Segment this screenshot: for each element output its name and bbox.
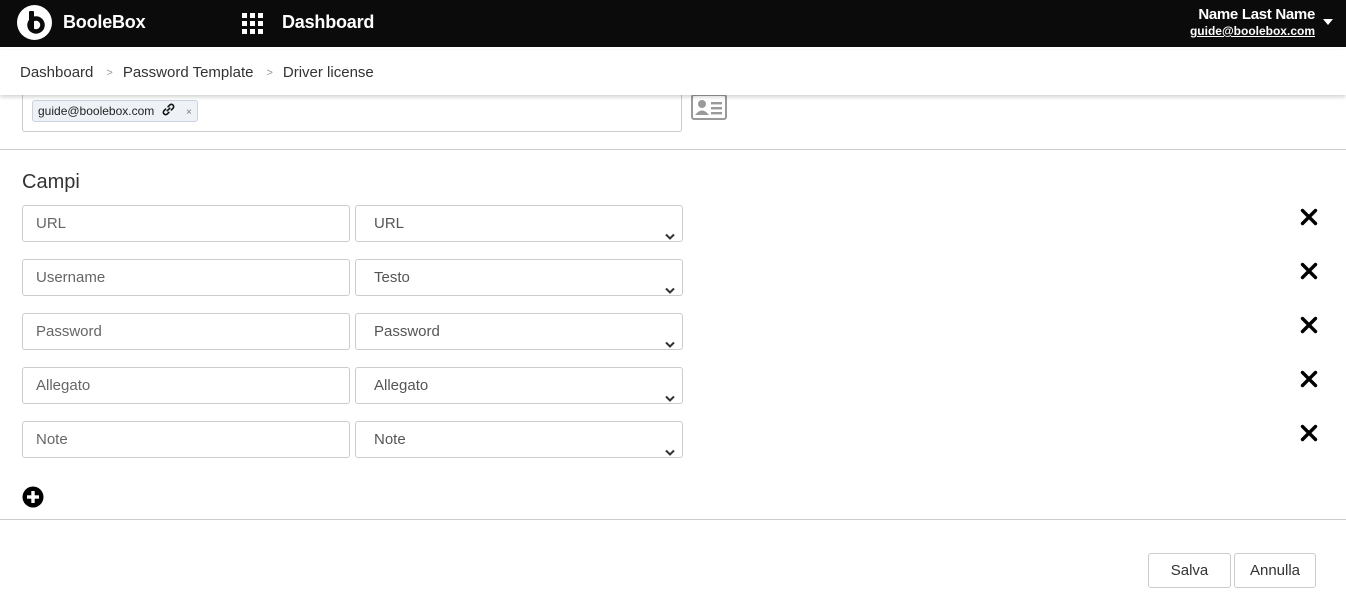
chevron-down-icon: [665, 219, 675, 254]
user-email-link[interactable]: guide@boolebox.com: [1190, 24, 1315, 38]
field-type-select[interactable]: Allegato: [355, 367, 683, 404]
save-button[interactable]: Salva: [1148, 553, 1231, 588]
close-icon[interactable]: [1300, 208, 1318, 226]
chevron-down-icon: [665, 435, 675, 470]
field-type-select[interactable]: URL: [355, 205, 683, 242]
field-row: URL: [22, 205, 1322, 242]
close-icon[interactable]: [1300, 262, 1318, 280]
field-type-value: Note: [374, 431, 406, 448]
recipient-chip-label: guide@boolebox.com: [38, 104, 155, 118]
apps-grid-icon[interactable]: [242, 13, 264, 35]
user-menu[interactable]: Name Last Name guide@boolebox.com: [1190, 6, 1315, 38]
close-icon[interactable]: [1300, 370, 1318, 388]
breadcrumb-separator: >: [266, 67, 273, 79]
field-row: Testo: [22, 259, 1322, 296]
close-icon[interactable]: [1300, 424, 1318, 442]
plus-circle-icon[interactable]: [22, 486, 44, 508]
boolebox-logo-icon[interactable]: [17, 5, 52, 40]
field-row: Allegato: [22, 367, 1322, 404]
footer-divider: [0, 519, 1346, 520]
app-name[interactable]: BooleBox: [63, 12, 146, 33]
breadcrumb-separator: >: [106, 67, 113, 79]
link-icon: [162, 102, 175, 122]
user-name[interactable]: Name Last Name: [1190, 6, 1315, 24]
breadcrumb-item-password-template[interactable]: Password Template: [123, 64, 254, 81]
page-title: Dashboard: [282, 12, 375, 32]
field-name-input[interactable]: [22, 367, 350, 404]
field-name-input[interactable]: [22, 205, 350, 242]
section-divider: [0, 149, 1346, 150]
remove-recipient-button[interactable]: ×: [186, 103, 192, 123]
caret-down-icon[interactable]: [1323, 19, 1333, 25]
breadcrumb-item-current: Driver license: [282, 64, 374, 81]
field-name-input[interactable]: [22, 259, 350, 296]
breadcrumb-bar: Dashboard > Password Template > Driver licen…: [0, 50, 1346, 95]
field-type-value: URL: [374, 215, 405, 232]
close-icon[interactable]: [1300, 316, 1318, 334]
field-row: Note: [22, 421, 1322, 458]
field-name-input[interactable]: [22, 421, 350, 458]
field-type-select[interactable]: Note: [355, 421, 683, 458]
field-type-value: Testo: [374, 269, 410, 286]
recipient-chip: guide@boolebox.com ×: [32, 100, 198, 122]
fields-section-title: Campi: [22, 171, 80, 193]
breadcrumb-item-dashboard[interactable]: Dashboard: [20, 64, 93, 81]
chevron-down-icon: [665, 327, 675, 362]
contact-card-icon[interactable]: [691, 94, 727, 120]
breadcrumb: Dashboard > Password Template > Driver licen…: [20, 64, 374, 81]
field-name-input[interactable]: [22, 313, 350, 350]
chevron-down-icon: [665, 273, 675, 308]
top-navbar: BooleBox Dashboard Name Last Name guide@…: [0, 0, 1346, 47]
cancel-button[interactable]: Annulla: [1234, 553, 1316, 588]
field-type-value: Allegato: [374, 377, 429, 394]
field-row: Password: [22, 313, 1322, 350]
field-type-select[interactable]: Testo: [355, 259, 683, 296]
field-type-select[interactable]: Password: [355, 313, 683, 350]
field-type-value: Password: [374, 323, 440, 340]
share-recipients-input[interactable]: guide@boolebox.com ×: [22, 92, 682, 132]
chevron-down-icon: [665, 381, 675, 416]
